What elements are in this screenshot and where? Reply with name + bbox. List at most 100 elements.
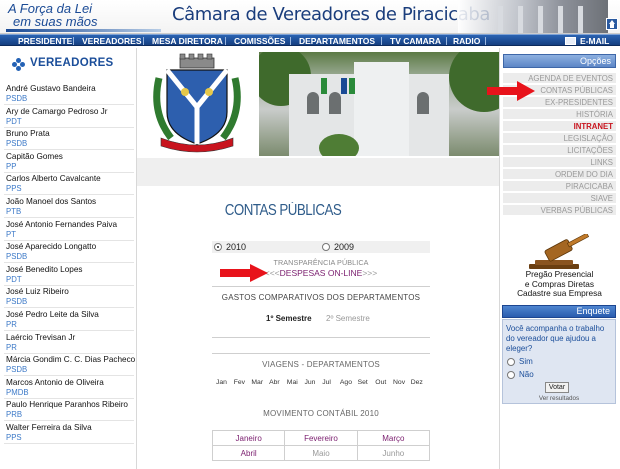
divider bbox=[4, 262, 134, 264]
year-2009-radio[interactable] bbox=[322, 243, 330, 251]
enquete-sim-radio[interactable] bbox=[507, 358, 515, 366]
vereador-name[interactable]: José Antonio Fernandes Paiva bbox=[6, 220, 136, 230]
vereador-name[interactable]: Laércio Trevisan Jr bbox=[6, 333, 136, 343]
vereador-item[interactable]: Marcos Antonio de Oliveira PMDB bbox=[6, 378, 136, 397]
option-piracicaba[interactable]: PIRACICABA bbox=[503, 181, 616, 192]
enquete-nao-radio[interactable] bbox=[507, 371, 515, 379]
vereador-item[interactable]: José Pedro Leite da Silva PR bbox=[6, 310, 136, 329]
viagem-month-link[interactable]: Ago bbox=[340, 379, 352, 386]
gastos-title: GASTOS COMPARATIVOS DOS DEPARTAMENTOS bbox=[221, 293, 421, 302]
vereador-name[interactable]: Bruno Prata bbox=[6, 129, 136, 139]
building-photo bbox=[259, 52, 499, 156]
vereador-item[interactable]: Carlos Alberto Cavalcante PPS bbox=[6, 174, 136, 193]
viagem-month-link[interactable]: Jan bbox=[216, 379, 227, 386]
vereador-item[interactable]: André Gustavo Bandeira PSDB bbox=[6, 84, 136, 103]
vereador-name[interactable]: José Benedito Lopes bbox=[6, 265, 136, 275]
viagem-month-link[interactable]: Nov bbox=[393, 379, 405, 386]
nav-vereadores[interactable]: VEREADORES bbox=[82, 36, 142, 46]
vereador-item[interactable]: Bruno Prata PSDB bbox=[6, 129, 136, 148]
viagem-month-link[interactable]: Jul bbox=[322, 379, 331, 386]
nav-comissoes[interactable]: COMISSÕES bbox=[234, 36, 285, 46]
viagem-month-link[interactable]: Set bbox=[358, 379, 368, 386]
votar-button[interactable]: Votar bbox=[545, 382, 569, 393]
option-historia[interactable]: HISTÓRIA bbox=[503, 109, 616, 120]
nav-departamentos[interactable]: DEPARTAMENTOS bbox=[299, 36, 375, 46]
year-2010-radio[interactable] bbox=[214, 243, 222, 251]
vereador-name[interactable]: Walter Ferreira da Silva bbox=[6, 423, 136, 433]
movimento-title: MOVIMENTO CONTÁBIL 2010 bbox=[263, 409, 379, 418]
month-link[interactable]: Janeiro bbox=[211, 430, 286, 446]
vereador-name[interactable]: José Aparecido Longatto bbox=[6, 242, 136, 252]
nav-mesa-diretora[interactable]: MESA DIRETORA bbox=[152, 36, 223, 46]
vereadores-header: VEREADORES bbox=[0, 54, 136, 72]
year-2009-label: 2009 bbox=[334, 242, 355, 252]
viagens-title: VIAGENS - DEPARTAMENTOS bbox=[262, 360, 380, 369]
vereador-item[interactable]: Walter Ferreira da Silva PPS bbox=[6, 423, 136, 442]
vereador-party: PRB bbox=[6, 410, 23, 420]
nav-presidente[interactable]: PRESIDENTE bbox=[18, 36, 72, 46]
vereador-name[interactable]: João Manoel dos Santos bbox=[6, 197, 136, 207]
option-links[interactable]: LINKS bbox=[503, 157, 616, 168]
vereador-name[interactable]: José Luiz Ribeiro bbox=[6, 287, 136, 297]
viagem-month-link[interactable]: Fev bbox=[234, 379, 245, 386]
month-link[interactable]: Março bbox=[356, 430, 431, 446]
vereador-name[interactable]: André Gustavo Bandeira bbox=[6, 84, 136, 94]
nav-radio[interactable]: RADIO bbox=[453, 36, 480, 46]
option-siave[interactable]: SIAVE bbox=[503, 193, 616, 204]
vereador-name[interactable]: Márcia Gondim C. C. Dias Pacheco bbox=[6, 355, 136, 365]
vereadores-sidebar: VEREADORES André Gustavo Bandeira PSDB Ary… bbox=[0, 48, 137, 469]
option-ordem-do-dia[interactable]: ORDEM DO DIA bbox=[503, 169, 616, 180]
vereador-party: PT bbox=[6, 229, 16, 239]
vereador-item[interactable]: José Benedito Lopes PDT bbox=[6, 265, 136, 284]
option-legislacao[interactable]: LEGISLAÇÃO bbox=[503, 133, 616, 144]
vereador-item[interactable]: Ary de Camargo Pedroso Jr PDT bbox=[6, 107, 136, 126]
dots-icon bbox=[12, 58, 25, 71]
divider bbox=[4, 443, 134, 444]
vereador-item[interactable]: João Manoel dos Santos PTB bbox=[6, 197, 136, 216]
enquete-nao-label: Não bbox=[519, 370, 534, 379]
option-licitacoes[interactable]: LICITAÇÕES bbox=[503, 145, 616, 156]
option-verbas-publicas[interactable]: VERBAS PÚBLICAS bbox=[503, 205, 616, 216]
vereador-party: PP bbox=[6, 161, 17, 171]
ver-resultados-link[interactable]: Ver resultados bbox=[503, 395, 615, 402]
viagem-month-link[interactable]: Mar bbox=[251, 379, 263, 386]
viagem-month-link[interactable]: Out bbox=[375, 379, 386, 386]
month-link[interactable]: Abril bbox=[211, 445, 286, 461]
vereador-item[interactable]: Capitão Gomes PP bbox=[6, 152, 136, 171]
vereador-name[interactable]: Marcos Antonio de Oliveira bbox=[6, 378, 136, 388]
nav-email[interactable]: E-MAIL bbox=[580, 36, 609, 46]
vereador-item[interactable]: José Aparecido Longatto PSDB bbox=[6, 242, 136, 261]
vereador-name[interactable]: Paulo Henrique Paranhos Ribeiro bbox=[6, 400, 136, 410]
slogan: A Força da Lei em suas mãos bbox=[8, 2, 158, 32]
vereador-item[interactable]: Laércio Trevisan Jr PR bbox=[6, 333, 136, 352]
arrow-icon bbox=[220, 264, 268, 282]
viagem-month-link[interactable]: Dez bbox=[411, 379, 423, 386]
despesas-on-line-link[interactable]: DESPESAS ON-LINE bbox=[280, 268, 363, 278]
vereador-name[interactable]: José Pedro Leite da Silva bbox=[6, 310, 136, 320]
year-2010-label: 2010 bbox=[226, 242, 247, 252]
viagem-month-link[interactable]: Jun bbox=[305, 379, 316, 386]
vereador-name[interactable]: Capitão Gomes bbox=[6, 152, 136, 162]
email-icon[interactable] bbox=[565, 37, 576, 45]
vereador-name[interactable]: Carlos Alberto Cavalcante bbox=[6, 174, 136, 184]
vereador-item[interactable]: Paulo Henrique Paranhos Ribeiro PRB bbox=[6, 400, 136, 419]
vereador-item[interactable]: José Luiz Ribeiro PSDB bbox=[6, 287, 136, 306]
month-link[interactable]: Fevereiro bbox=[284, 430, 358, 446]
home-icon[interactable] bbox=[606, 18, 618, 30]
viagem-month-link[interactable]: Abr bbox=[269, 379, 280, 386]
semestre-2-link[interactable]: 2º Semestre bbox=[326, 314, 370, 323]
pregao-banner[interactable]: Pregão Presencial e Compras Diretas Cada… bbox=[503, 232, 616, 300]
divider bbox=[4, 397, 134, 399]
vereador-name[interactable]: Ary de Camargo Pedroso Jr bbox=[6, 107, 136, 117]
vereador-item[interactable]: José Antonio Fernandes Paiva PT bbox=[6, 220, 136, 239]
header-photo bbox=[458, 0, 608, 33]
option-intranet[interactable]: INTRANET bbox=[503, 121, 616, 132]
nav-tv-camara[interactable]: TV CAMARA bbox=[390, 36, 441, 46]
vereadores-title: VEREADORES bbox=[30, 57, 114, 69]
semestre-1-link[interactable]: 1º Semestre bbox=[266, 314, 312, 323]
vereador-item[interactable]: Márcia Gondim C. C. Dias Pacheco PSDB bbox=[6, 355, 136, 374]
vereador-party: PSDB bbox=[6, 365, 28, 375]
divider bbox=[4, 284, 134, 286]
viagem-month-link[interactable]: Mai bbox=[287, 379, 298, 386]
vereador-party: PSDB bbox=[6, 139, 28, 149]
